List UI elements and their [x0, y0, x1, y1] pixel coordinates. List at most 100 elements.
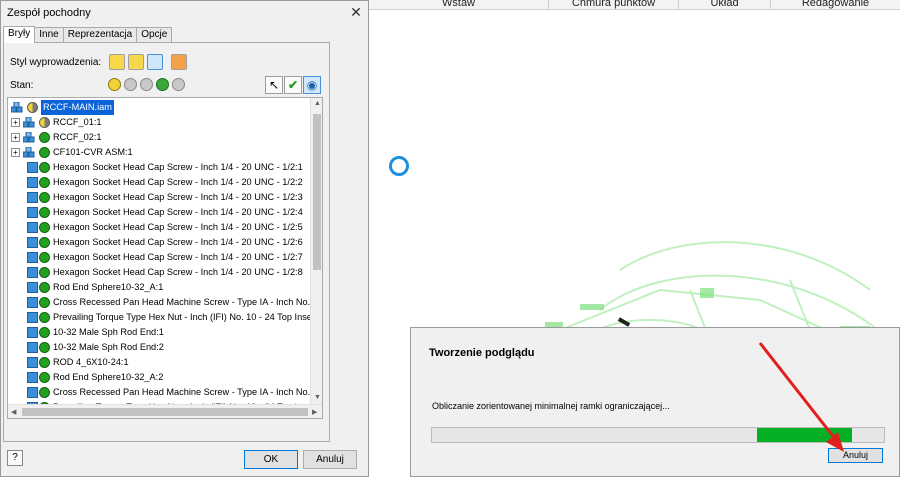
cancel-button[interactable]: Anuluj	[303, 450, 357, 469]
included-state-icon[interactable]	[39, 267, 50, 278]
select-cursor-icon[interactable]: ↖	[265, 76, 283, 94]
expand-icon[interactable]: +	[11, 118, 20, 127]
tree-item-label: ROD 4_6X10-24:1	[53, 357, 129, 367]
expand-icon[interactable]: +	[11, 148, 20, 157]
tree-item[interactable]: Hexagon Socket Head Cap Screw - Inch 1/4…	[8, 205, 312, 220]
preview-progress-dialog: Tworzenie podglądu Obliczanie zorientowa…	[410, 327, 900, 477]
tree-item[interactable]: ROD 4_6X10-24:1	[8, 355, 312, 370]
part-icon	[27, 177, 38, 188]
ok-button[interactable]: OK	[244, 450, 298, 469]
ribbon-tab-chmura-punktow[interactable]: Chmura punktów	[548, 0, 678, 9]
scroll-left-icon[interactable]: ◀	[11, 408, 16, 416]
state-label: Stan:	[10, 80, 34, 91]
tree-item-label: CF101-CVR ASM:1	[53, 147, 133, 157]
checkmark-icon[interactable]: ✔	[284, 76, 302, 94]
expand-icon[interactable]: +	[11, 133, 20, 142]
included-state-icon[interactable]	[39, 357, 50, 368]
included-state-icon[interactable]	[39, 222, 50, 233]
tree-item[interactable]: Rod End Sphere10-32_A:2	[8, 370, 312, 385]
tree-item-label: Hexagon Socket Head Cap Screw - Inch 1/4…	[53, 267, 303, 277]
tab-opcje[interactable]: Opcje	[136, 27, 173, 42]
close-icon[interactable]: ✕	[347, 4, 365, 20]
derive-style-single-solid-icon[interactable]	[109, 54, 125, 70]
included-state-icon[interactable]	[39, 342, 50, 353]
dialog-tabs: Bryły Inne Reprezentacja Opcje	[3, 26, 173, 43]
part-icon	[27, 162, 38, 173]
tree-item[interactable]: Cross Recessed Pan Head Machine Screw - …	[8, 385, 322, 400]
ribbon-tab-uklad[interactable]: Układ	[678, 0, 770, 9]
included-state-icon[interactable]	[39, 297, 50, 308]
tree-item-label: Rod End Sphere10-32_A:2	[53, 372, 164, 382]
tree-item[interactable]: Prevailing Torque Type Hex Nut - Inch (I…	[8, 310, 322, 325]
ribbon-tab-redagowanie[interactable]: Redagowanie	[770, 0, 900, 9]
included-state-icon[interactable]	[39, 147, 50, 158]
tree-item-label: 10-32 Male Sph Rod End:1	[53, 327, 164, 337]
scroll-up-icon[interactable]: ▲	[314, 100, 321, 107]
component-tree[interactable]: RCCF-MAIN.iam + RCCF_01:1 + RCCF_02:1 + CF101-…	[7, 97, 323, 419]
state-bounding-box-icon[interactable]	[156, 78, 169, 91]
tree-item[interactable]: Hexagon Socket Head Cap Screw - Inch 1/4…	[8, 190, 312, 205]
loading-spinner-icon	[389, 156, 409, 176]
tree-item[interactable]: + RCCF_02:1	[8, 130, 312, 145]
tree-item[interactable]: Hexagon Socket Head Cap Screw - Inch 1/4…	[8, 160, 312, 175]
progress-bar	[431, 427, 885, 443]
tree-item[interactable]: + CF101-CVR ASM:1	[8, 145, 312, 160]
part-icon	[27, 192, 38, 203]
tree-item[interactable]: 10-32 Male Sph Rod End:1	[8, 325, 312, 340]
tree-item-label: Hexagon Socket Head Cap Screw - Inch 1/4…	[53, 177, 303, 187]
tree-horizontal-scrollbar[interactable]: ◀ ▶	[8, 404, 322, 418]
included-state-icon[interactable]	[39, 132, 50, 143]
included-state-icon[interactable]	[39, 207, 50, 218]
included-state-icon[interactable]	[39, 177, 50, 188]
eye-preview-icon[interactable]: ◉	[303, 76, 321, 94]
progress-message: Obliczanie zorientowanej minimalnej ramk…	[432, 401, 670, 411]
part-icon	[27, 342, 38, 353]
included-state-icon[interactable]	[39, 312, 50, 323]
tree-item[interactable]: Rod End Sphere10-32_A:1	[8, 280, 312, 295]
included-state-icon[interactable]	[39, 372, 50, 383]
ribbon-tab-wstaw[interactable]: Wstaw	[368, 0, 548, 9]
included-state-icon[interactable]	[39, 282, 50, 293]
included-state-icon[interactable]	[39, 192, 50, 203]
scroll-thumb[interactable]	[313, 114, 321, 270]
tab-reprezentacja[interactable]: Reprezentacja	[62, 27, 138, 42]
state-exclude-icon[interactable]	[124, 78, 137, 91]
tab-inne[interactable]: Inne	[34, 27, 64, 42]
derive-style-surfaces-icon[interactable]	[171, 54, 187, 70]
included-state-icon[interactable]	[39, 162, 50, 173]
partial-state-icon[interactable]	[39, 117, 50, 128]
tree-item[interactable]: RCCF-MAIN.iam	[8, 100, 312, 115]
part-icon	[27, 387, 38, 398]
tab-bryly[interactable]: Bryły	[3, 26, 36, 43]
scroll-down-icon[interactable]: ▼	[314, 394, 321, 401]
derive-style-multiple-solids-icon[interactable]	[147, 54, 163, 70]
scroll-right-icon[interactable]: ▶	[312, 408, 317, 416]
tree-item-label: RCCF_01:1	[53, 117, 102, 127]
tree-vertical-scrollbar[interactable]: ▲ ▼	[310, 98, 322, 404]
tree-item[interactable]: Hexagon Socket Head Cap Screw - Inch 1/4…	[8, 220, 312, 235]
included-state-icon[interactable]	[39, 327, 50, 338]
tree-item[interactable]: + RCCF_01:1	[8, 115, 312, 130]
tree-item[interactable]: Hexagon Socket Head Cap Screw - Inch 1/4…	[8, 250, 312, 265]
tree-item-label: 10-32 Male Sph Rod End:2	[53, 342, 164, 352]
state-include-icon[interactable]	[108, 78, 121, 91]
tree-item[interactable]: 10-32 Male Sph Rod End:2	[8, 340, 312, 355]
progress-cancel-button[interactable]: Anuluj	[828, 448, 883, 463]
derive-style-merged-solid-icon[interactable]	[128, 54, 144, 70]
help-icon[interactable]: ?	[7, 450, 23, 466]
partial-state-icon[interactable]	[27, 102, 38, 113]
included-state-icon[interactable]	[39, 252, 50, 263]
tree-item[interactable]: Hexagon Socket Head Cap Screw - Inch 1/4…	[8, 175, 312, 190]
tree-item[interactable]: Hexagon Socket Head Cap Screw - Inch 1/4…	[8, 235, 312, 250]
part-icon	[27, 282, 38, 293]
tree-item[interactable]: Cross Recessed Pan Head Machine Screw - …	[8, 295, 322, 310]
part-icon	[27, 327, 38, 338]
state-subtract-icon[interactable]	[140, 78, 153, 91]
tree-item-label: Cross Recessed Pan Head Machine Screw - …	[53, 297, 323, 307]
h-scroll-thumb[interactable]	[22, 408, 308, 416]
tree-item[interactable]: Hexagon Socket Head Cap Screw - Inch 1/4…	[8, 265, 312, 280]
tree-item-label: Hexagon Socket Head Cap Screw - Inch 1/4…	[53, 237, 303, 247]
state-intersect-icon[interactable]	[172, 78, 185, 91]
included-state-icon[interactable]	[39, 387, 50, 398]
included-state-icon[interactable]	[39, 237, 50, 248]
